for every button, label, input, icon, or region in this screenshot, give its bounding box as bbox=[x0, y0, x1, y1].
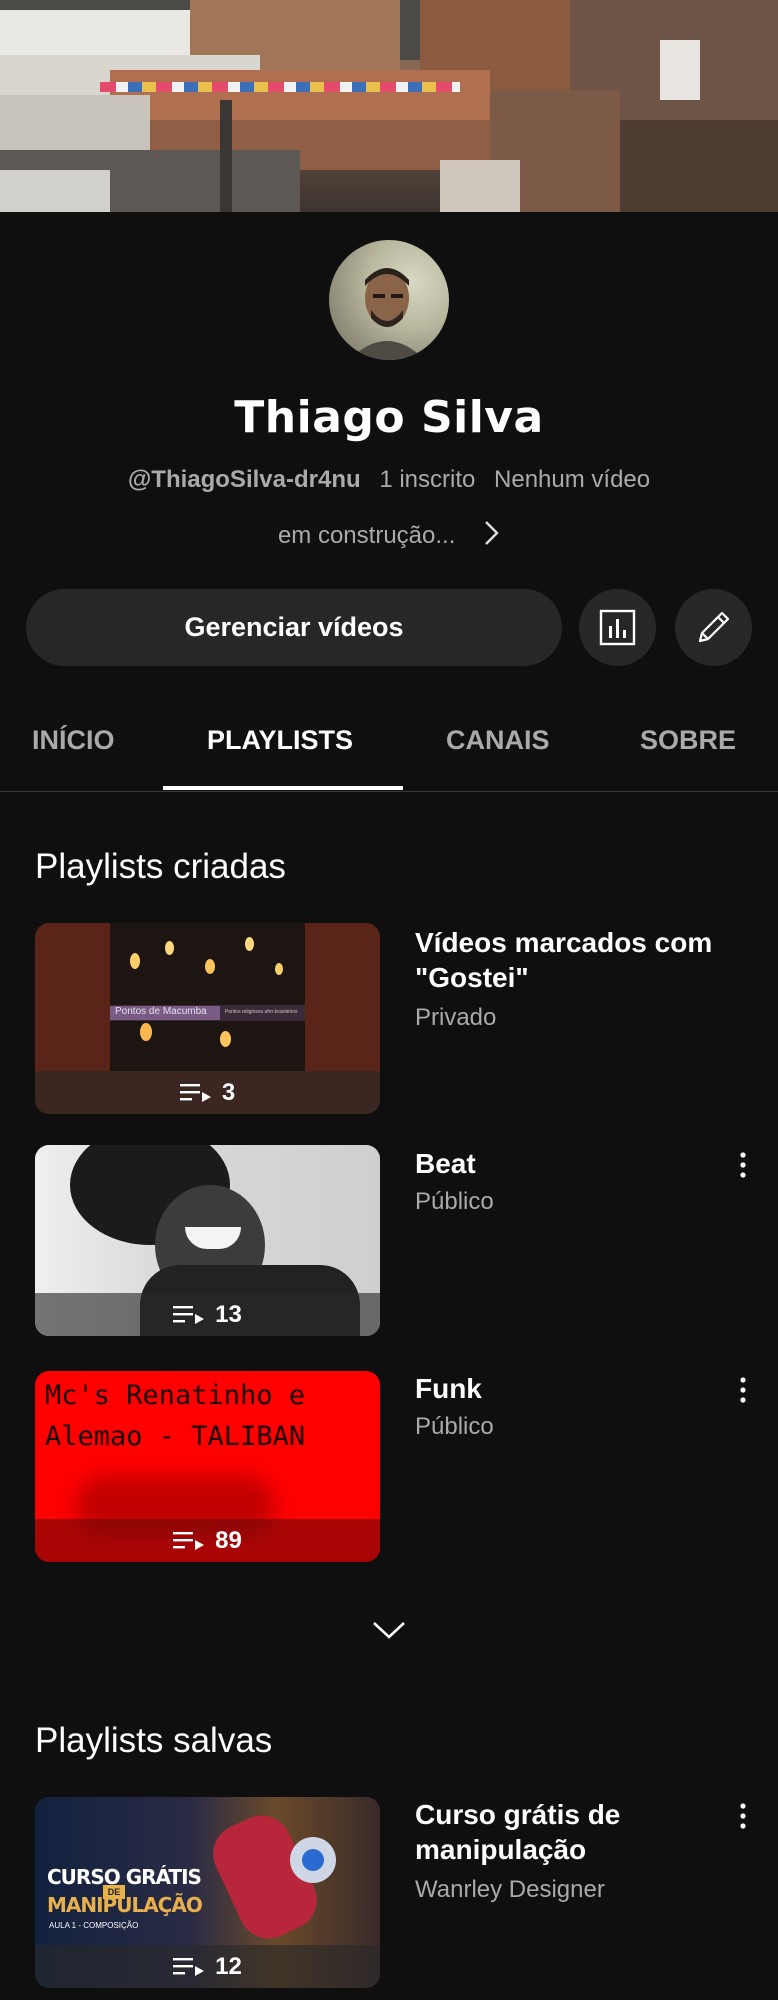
more-options-icon[interactable] bbox=[733, 1150, 753, 1180]
playlist-play-icon bbox=[179, 1083, 211, 1102]
playlist-title[interactable]: Funk bbox=[415, 1371, 735, 1406]
section-title-created: Playlists criadas bbox=[35, 847, 286, 886]
playlist-title[interactable]: Vídeos marcados com "Gostei" bbox=[415, 925, 735, 995]
playlist-privacy: Público bbox=[415, 1413, 494, 1440]
video-count-overlay: 13 bbox=[35, 1293, 380, 1336]
playlist-title[interactable]: Beat bbox=[415, 1146, 735, 1181]
channel-meta: @ThiagoSilva-dr4nu 1 inscrito Nenhum víd… bbox=[0, 466, 778, 494]
avatar-photo bbox=[349, 268, 425, 360]
playlist-title[interactable]: Curso grátis de manipulação bbox=[415, 1797, 735, 1867]
chevron-right-icon bbox=[484, 520, 500, 553]
video-count-overlay: 3 bbox=[35, 1071, 380, 1114]
channel-avatar[interactable] bbox=[329, 240, 449, 360]
playlist-thumbnail[interactable]: CURSO GRÁTIS DE MANIPULAÇÃO AULA 1 - COM… bbox=[35, 1797, 380, 1988]
channel-tabs: INÍCIO PLAYLISTS CANAIS SOBRE bbox=[0, 700, 778, 792]
analytics-icon bbox=[599, 609, 636, 646]
tab-sobre[interactable]: SOBRE bbox=[640, 700, 736, 792]
video-count-overlay: 12 bbox=[35, 1945, 380, 1988]
analytics-button[interactable] bbox=[579, 589, 656, 666]
active-tab-indicator bbox=[163, 786, 403, 790]
video-count: Nenhum vídeo bbox=[494, 466, 651, 493]
subscriber-count: 1 inscrito bbox=[379, 466, 476, 493]
thumbnail-title-line3: AULA 1 - COMPOSIÇÃO bbox=[49, 1921, 139, 1930]
playlist-thumbnail[interactable]: 13 bbox=[35, 1145, 380, 1336]
playlist-play-icon bbox=[173, 1957, 205, 1976]
playlist-play-icon bbox=[173, 1531, 205, 1550]
thumbnail-title-line2: MANIPULAÇÃO bbox=[47, 1893, 203, 1917]
edit-channel-button[interactable] bbox=[675, 589, 752, 666]
video-count-overlay: 89 bbox=[35, 1519, 380, 1562]
playlist-author[interactable]: Wanrley Designer bbox=[415, 1876, 605, 1904]
channel-description[interactable]: em construção... bbox=[0, 520, 778, 553]
playlist-thumbnail[interactable]: Pontos de Macumba Pontos religiosos afro… bbox=[35, 923, 380, 1114]
manage-videos-button[interactable]: Gerenciar vídeos bbox=[26, 589, 562, 666]
section-title-saved: Playlists salvas bbox=[35, 1721, 273, 1760]
tab-canais[interactable]: CANAIS bbox=[446, 700, 550, 792]
chevron-down-icon[interactable] bbox=[372, 1620, 406, 1645]
more-options-icon[interactable] bbox=[733, 1375, 753, 1405]
tab-inicio[interactable]: INÍCIO bbox=[32, 700, 115, 792]
thumbnail-image: Pontos de Macumba Pontos religiosos afro… bbox=[110, 923, 305, 1071]
channel-handle: @ThiagoSilva-dr4nu bbox=[127, 466, 361, 493]
playlist-thumbnail[interactable]: Mc's Renatinho e Alemao - TALIBAN 89 bbox=[35, 1371, 380, 1562]
more-options-icon[interactable] bbox=[733, 1801, 753, 1831]
thumbnail-subcaption: Pontos religiosos afro-brasileiros bbox=[225, 1009, 298, 1015]
thumbnail-text: Mc's Renatinho e Alemao - TALIBAN bbox=[45, 1380, 306, 1452]
channel-banner bbox=[0, 0, 778, 212]
thumbnail-caption: Pontos de Macumba bbox=[115, 1006, 207, 1017]
playlist-privacy: Privado bbox=[415, 1004, 497, 1031]
pencil-icon bbox=[698, 611, 730, 643]
playlist-privacy: Público bbox=[415, 1188, 494, 1215]
channel-name: Thiago Silva bbox=[234, 392, 544, 443]
playlist-play-icon bbox=[173, 1305, 205, 1324]
description-text: em construção... bbox=[277, 521, 456, 549]
tab-playlists[interactable]: PLAYLISTS bbox=[207, 700, 353, 792]
